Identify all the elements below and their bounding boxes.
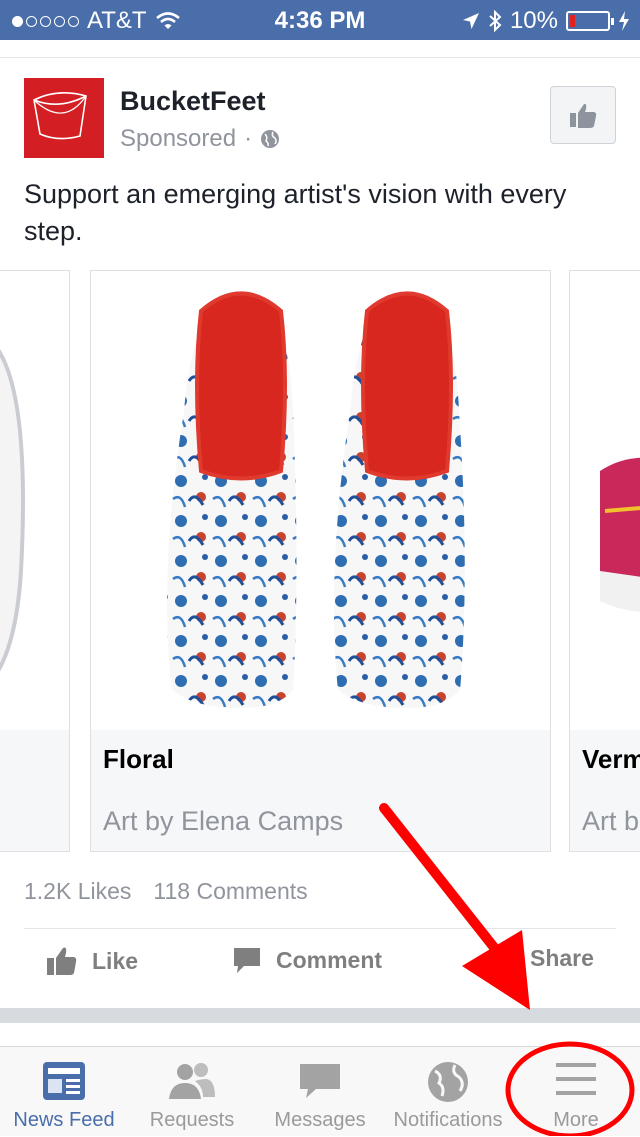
floral-shoes-image [161,285,471,715]
friends-icon [169,1063,215,1099]
tab-label: More [553,1109,599,1131]
post-stats: 1.2K Likes 118 Comments [24,878,308,905]
sponsored-text: Sponsored [120,125,237,152]
page-name-link[interactable]: BucketFeet [120,86,266,117]
share-button[interactable]: Share [530,945,594,972]
carousel-card-previous[interactable] [0,270,70,852]
carousel-card-next[interactable]: Verm Art b [569,270,640,852]
tab-label: Messages [274,1109,366,1131]
like-label: Like [92,947,139,974]
like-page-button[interactable] [550,86,616,144]
card-caption: Floral Art by Elena Camps [91,730,550,851]
battery-percent: 10% [509,7,558,34]
card-subtitle: Art by Elena Camps [103,806,344,836]
tab-requests[interactable]: Requests [128,1047,256,1137]
status-bar: AT&T 4:36 PM 10% [0,0,640,40]
separator-dot: · [244,125,253,152]
card-subtitle: Art b [582,806,640,836]
tab-label: Notifications [393,1109,503,1131]
like-button[interactable]: Like [46,945,138,977]
tab-bar: News Feed Requests Messages Notification… [0,1046,640,1136]
thumbs-up-icon [47,947,77,975]
menu-icon [556,1063,596,1095]
sponsored-label: Sponsored · [120,125,280,153]
share-label: Share [530,945,594,971]
battery-icon [566,11,614,31]
card-caption [0,730,69,851]
thumbs-up-icon [570,103,597,128]
divider [0,57,640,58]
tab-notifications[interactable]: Notifications [384,1047,512,1137]
divider [24,928,616,929]
globe-icon [428,1062,468,1102]
location-arrow-icon [462,13,479,29]
comment-icon [234,948,260,973]
feed-divider [0,1008,640,1023]
carousel-card-floral[interactable]: Floral Art by Elena Camps [90,270,551,852]
tab-more[interactable]: More [512,1047,640,1137]
bucket-logo-icon [33,92,87,140]
card-title: Floral [103,744,174,774]
tab-messages[interactable]: Messages [256,1047,384,1137]
card-title: Verm [582,744,640,774]
comments-count-link[interactable]: 118 Comments [153,878,307,905]
shoe-image-partial [0,349,25,672]
comment-label: Comment [276,946,383,973]
post-actions: Like Comment Share [0,945,640,995]
tab-label: Requests [149,1109,235,1131]
news-feed-icon [43,1062,85,1100]
post-text: Support an emerging artist's vision with… [24,179,567,246]
globe-icon [261,130,280,148]
page-avatar[interactable] [24,78,104,158]
shoe-image-partial [600,457,640,612]
likes-count-link[interactable]: 1.2K Likes [24,878,131,905]
comment-button[interactable]: Comment [232,945,382,975]
tab-news-feed[interactable]: News Feed [0,1047,128,1137]
bluetooth-icon [489,10,502,32]
card-caption: Verm Art b [570,730,640,851]
chat-bubble-icon [300,1064,340,1098]
charging-bolt-icon [619,11,629,31]
